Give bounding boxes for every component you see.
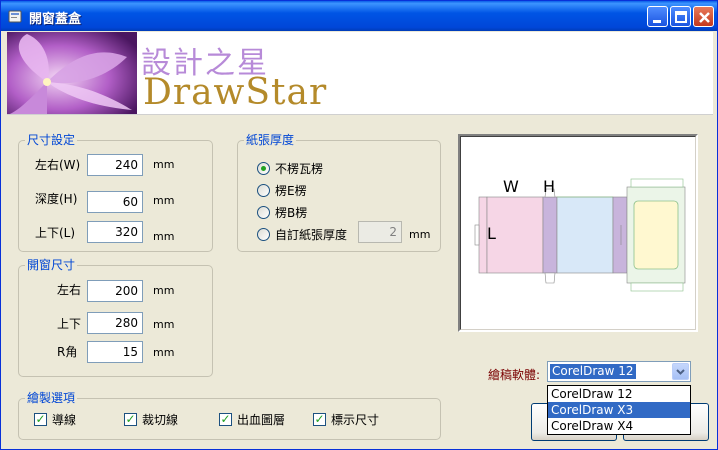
width-label: 左右(W) xyxy=(35,158,81,172)
window-width-input[interactable]: 200 xyxy=(87,280,143,302)
window-height-label: 上下 xyxy=(57,317,82,331)
radio-e-flute-label[interactable]: 楞E楞 xyxy=(275,184,307,198)
cut-line-checkbox[interactable]: ✓ xyxy=(124,413,137,426)
radio-no-flute-label[interactable]: 不楞瓦楞 xyxy=(275,162,323,176)
guide-line-checkbox[interactable]: ✓ xyxy=(34,413,47,426)
bleed-layer-checkbox[interactable]: ✓ xyxy=(219,413,232,426)
radio-no-flute[interactable] xyxy=(257,162,270,175)
corner-radius-label: R角 xyxy=(57,345,78,359)
minimize-button[interactable] xyxy=(647,6,668,27)
length-label: 上下(L) xyxy=(35,226,76,240)
window-title: 開窗蓋盒 xyxy=(29,12,82,27)
guide-line-label[interactable]: 導線 xyxy=(52,413,76,427)
minimize-icon xyxy=(653,20,661,23)
group-label: 繪製選項 xyxy=(25,391,78,405)
corner-radius-unit: mm xyxy=(153,346,175,359)
group-label: 紙張厚度 xyxy=(244,133,297,147)
preview-frame: W H L xyxy=(460,136,696,330)
dropdown-option-coreldraw-x3[interactable]: CorelDraw X3 xyxy=(548,402,690,418)
window-height-input[interactable]: 280 xyxy=(87,312,143,334)
depth-label: 深度(H) xyxy=(35,192,78,206)
main-window: 開窗蓋盒 設計之星 DrawStar 尺寸設定 左右(W) 240 mm 深度(… xyxy=(0,0,718,450)
close-icon xyxy=(699,12,710,23)
maximize-icon xyxy=(675,11,687,23)
window-width-label: 左右 xyxy=(57,283,82,297)
app-icon xyxy=(8,10,22,23)
custom-thickness-unit: mm xyxy=(409,228,431,241)
radio-custom-thickness-label[interactable]: 自訂紙張厚度 xyxy=(275,228,347,242)
radio-b-flute-label[interactable]: 楞B楞 xyxy=(275,206,307,220)
chevron-down-icon xyxy=(676,369,685,375)
radio-custom-thickness[interactable] xyxy=(257,228,270,241)
size-settings-group: 尺寸設定 左右(W) 240 mm 深度(H) 60 mm 上下(L) 320 … xyxy=(18,133,213,252)
window-height-unit: mm xyxy=(153,318,175,331)
show-dimensions-label[interactable]: 標示尺寸 xyxy=(331,413,379,427)
maximize-button[interactable] xyxy=(670,6,691,27)
corner-radius-input[interactable]: 15 xyxy=(87,341,143,363)
software-selected-value: CorelDraw 12 xyxy=(550,364,636,379)
window-size-group: 開窗尺寸 左右 200 mm 上下 280 mm R角 15 mm xyxy=(18,258,213,377)
depth-input[interactable]: 60 xyxy=(87,191,143,213)
group-label: 開窗尺寸 xyxy=(25,258,78,272)
software-dropdown-list: CorelDraw 12 CorelDraw X3 CorelDraw X4 xyxy=(547,385,691,435)
software-label: 繪稿軟體: xyxy=(488,368,541,382)
brand-english: DrawStar xyxy=(143,72,328,113)
dropdown-option-coreldraw-12[interactable]: CorelDraw 12 xyxy=(548,386,690,402)
title-bar[interactable]: 開窗蓋盒 xyxy=(1,1,717,31)
length-dimension-label: L xyxy=(487,224,496,243)
close-button[interactable] xyxy=(693,6,714,27)
dropdown-button[interactable] xyxy=(672,363,689,380)
radio-b-flute[interactable] xyxy=(257,206,270,219)
depth-unit: mm xyxy=(153,194,175,207)
draw-options-group: 繪製選項 ✓ 導線 ✓ 裁切線 ✓ 出血圖層 ✓ 標示尺寸 xyxy=(18,391,441,440)
box-preview: W H L xyxy=(458,134,698,332)
group-label: 尺寸設定 xyxy=(25,133,78,147)
banner: 設計之星 DrawStar xyxy=(7,32,713,115)
width-input[interactable]: 240 xyxy=(87,154,143,176)
paper-thickness-group: 紙張厚度 不楞瓦楞 楞E楞 楞B楞 自訂紙張厚度 2 mm xyxy=(237,133,441,252)
window-width-unit: mm xyxy=(153,284,175,297)
height-dimension-label: H xyxy=(543,177,556,196)
width-dimension-label: W xyxy=(503,177,519,196)
width-unit: mm xyxy=(153,158,175,171)
dieline-drawing xyxy=(474,178,686,292)
radio-e-flute[interactable] xyxy=(257,184,270,197)
flower-logo xyxy=(7,32,137,114)
bleed-layer-label[interactable]: 出血圖層 xyxy=(237,413,285,427)
length-input[interactable]: 320 xyxy=(87,221,143,243)
length-unit: mm xyxy=(153,230,175,243)
show-dimensions-checkbox[interactable]: ✓ xyxy=(313,413,326,426)
custom-thickness-input[interactable]: 2 xyxy=(358,221,402,243)
software-select[interactable]: CorelDraw 12 xyxy=(547,361,691,382)
cut-line-label[interactable]: 裁切線 xyxy=(142,413,178,427)
dropdown-option-coreldraw-x4[interactable]: CorelDraw X4 xyxy=(548,418,690,434)
